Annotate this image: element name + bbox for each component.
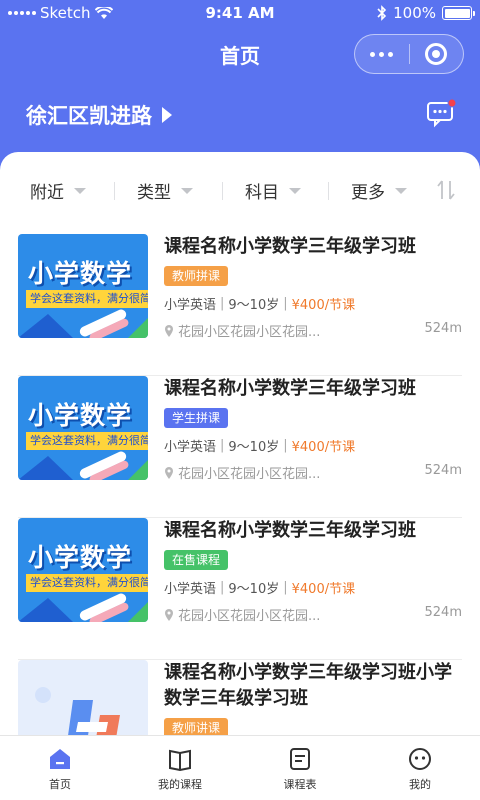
course-item[interactable]: 小学数学 学会这套资料，满分很简单 课程名称小学数学三年级学习班 在售课程 小学… xyxy=(18,518,462,660)
home-icon xyxy=(50,749,70,769)
thumb-title: 小学数学 xyxy=(28,543,133,572)
course-meta: 小学英语 | 9～10岁 | ¥400/节课 xyxy=(164,436,462,455)
triangle-right-icon xyxy=(162,107,172,123)
course-meta: 小学英语 | 9～10岁 | ¥400/节课 xyxy=(164,294,462,313)
close-icon xyxy=(425,43,448,65)
bluetooth-icon xyxy=(377,5,387,21)
message-icon[interactable] xyxy=(426,98,456,128)
course-price: ¥400/节课 xyxy=(291,582,356,597)
meta-separator: | xyxy=(283,438,288,453)
filter-label: 更多 xyxy=(351,182,385,203)
filter-bar: 附近 类型 科目 更多 xyxy=(0,176,480,204)
address-text: 花园小区花园小区花园... xyxy=(178,325,321,340)
course-age: 9～10岁 xyxy=(228,298,280,313)
tab-my-courses[interactable]: 我的课程 xyxy=(120,736,240,800)
filter-divider xyxy=(328,182,329,200)
meta-separator: | xyxy=(220,580,225,595)
location-pin-icon xyxy=(165,324,173,337)
course-distance: 524m xyxy=(424,463,462,478)
course-subject: 小学英语 xyxy=(164,440,217,455)
filter-label: 附近 xyxy=(30,182,64,203)
course-item[interactable]: 小学数学 学会这套资料，满分很简单 课程名称小学数学三年级学习班 学生拼课 小学… xyxy=(18,376,462,518)
course-tag: 学生拼课 xyxy=(164,408,229,428)
course-distance: 524m xyxy=(424,321,462,336)
filter-more[interactable]: 更多 xyxy=(351,176,407,204)
filter-divider xyxy=(114,182,115,200)
sort-icon[interactable] xyxy=(436,178,456,202)
meta-separator: | xyxy=(220,438,225,453)
location-selector[interactable]: 徐汇区凯进路 xyxy=(26,100,172,130)
location-name: 徐汇区凯进路 xyxy=(26,104,152,128)
caret-down-icon xyxy=(181,188,193,194)
battery-icon xyxy=(442,6,475,20)
filter-label: 科目 xyxy=(245,182,279,203)
filter-nearby[interactable]: 附近 xyxy=(30,176,86,204)
caret-down-icon xyxy=(395,188,407,194)
course-price: ¥400/节课 xyxy=(291,440,356,455)
course-meta: 小学英语 | 9～10岁 | ¥400/节课 xyxy=(164,578,462,597)
close-button[interactable] xyxy=(410,43,464,65)
caret-down-icon xyxy=(74,188,86,194)
pencil-illustration xyxy=(18,451,148,480)
course-age: 9～10岁 xyxy=(228,582,280,597)
content-card: 附近 类型 科目 更多 小学数学 学会这套资料，满分很简单 xyxy=(0,152,480,752)
course-address: 花园小区花园小区花园... 524m xyxy=(164,321,462,340)
course-subject: 小学英语 xyxy=(164,298,217,313)
course-distance: 524m xyxy=(424,605,462,620)
tab-home[interactable]: 首页 xyxy=(0,736,120,800)
pencil-illustration xyxy=(18,309,148,338)
miniapp-capsule xyxy=(354,34,464,74)
course-title: 课程名称小学数学三年级学习班 xyxy=(164,520,416,541)
status-bar: Sketch 9:41 AM 100% xyxy=(0,0,480,28)
filter-divider xyxy=(222,182,223,200)
tab-label: 我的课程 xyxy=(158,778,202,791)
location-pin-icon xyxy=(165,466,173,479)
filter-label: 类型 xyxy=(137,182,171,203)
address-text: 花园小区花园小区花园... xyxy=(178,609,321,624)
tab-profile[interactable]: 我的 xyxy=(360,736,480,800)
course-address: 花园小区花园小区花园... 524m xyxy=(164,605,462,624)
course-title: 课程名称小学数学三年级学习班 xyxy=(164,378,416,399)
course-title: 课程名称小学数学三年级学习班 xyxy=(164,236,416,257)
course-thumbnail: 小学数学 学会这套资料，满分很简单 xyxy=(18,376,148,480)
profile-icon xyxy=(409,748,431,770)
more-button[interactable] xyxy=(355,51,409,57)
filter-type[interactable]: 类型 xyxy=(137,176,193,204)
course-price: ¥400/节课 xyxy=(291,298,356,313)
filter-subject[interactable]: 科目 xyxy=(245,176,301,204)
tab-bar: 首页 我的课程 课程表 我的 xyxy=(0,735,480,800)
tab-label: 课程表 xyxy=(283,778,317,791)
meta-separator: | xyxy=(283,580,288,595)
caret-down-icon xyxy=(289,188,301,194)
course-age: 9～10岁 xyxy=(228,440,280,455)
tab-label: 首页 xyxy=(49,778,71,791)
schedule-icon xyxy=(290,748,310,770)
meta-separator: | xyxy=(220,296,225,311)
course-subject: 小学英语 xyxy=(164,582,217,597)
address-text: 花园小区花园小区花园... xyxy=(178,467,321,482)
course-tag: 教师拼课 xyxy=(164,266,229,286)
course-address: 花园小区花园小区花园... 524m xyxy=(164,463,462,482)
course-thumbnail: 小学数学 学会这套资料，满分很简单 xyxy=(18,518,148,622)
meta-separator: | xyxy=(283,296,288,311)
thumb-title: 小学数学 xyxy=(28,401,133,430)
battery-percent: 100% xyxy=(393,4,436,22)
course-title: 课程名称小学数学三年级学习班小学数学三年级学习班 xyxy=(164,662,452,709)
course-tag: 在售课程 xyxy=(164,550,229,570)
course-item[interactable]: 小学数学 学会这套资料，满分很简单 课程名称小学数学三年级学习班 教师拼课 小学… xyxy=(18,234,462,376)
location-pin-icon xyxy=(165,608,173,621)
tab-schedule[interactable]: 课程表 xyxy=(240,736,360,800)
tab-label: 我的 xyxy=(409,778,431,791)
course-thumbnail: 小学数学 学会这套资料，满分很简单 xyxy=(18,234,148,338)
thumb-title: 小学数学 xyxy=(28,259,133,288)
book-icon xyxy=(169,749,191,772)
pencil-illustration xyxy=(18,593,148,622)
